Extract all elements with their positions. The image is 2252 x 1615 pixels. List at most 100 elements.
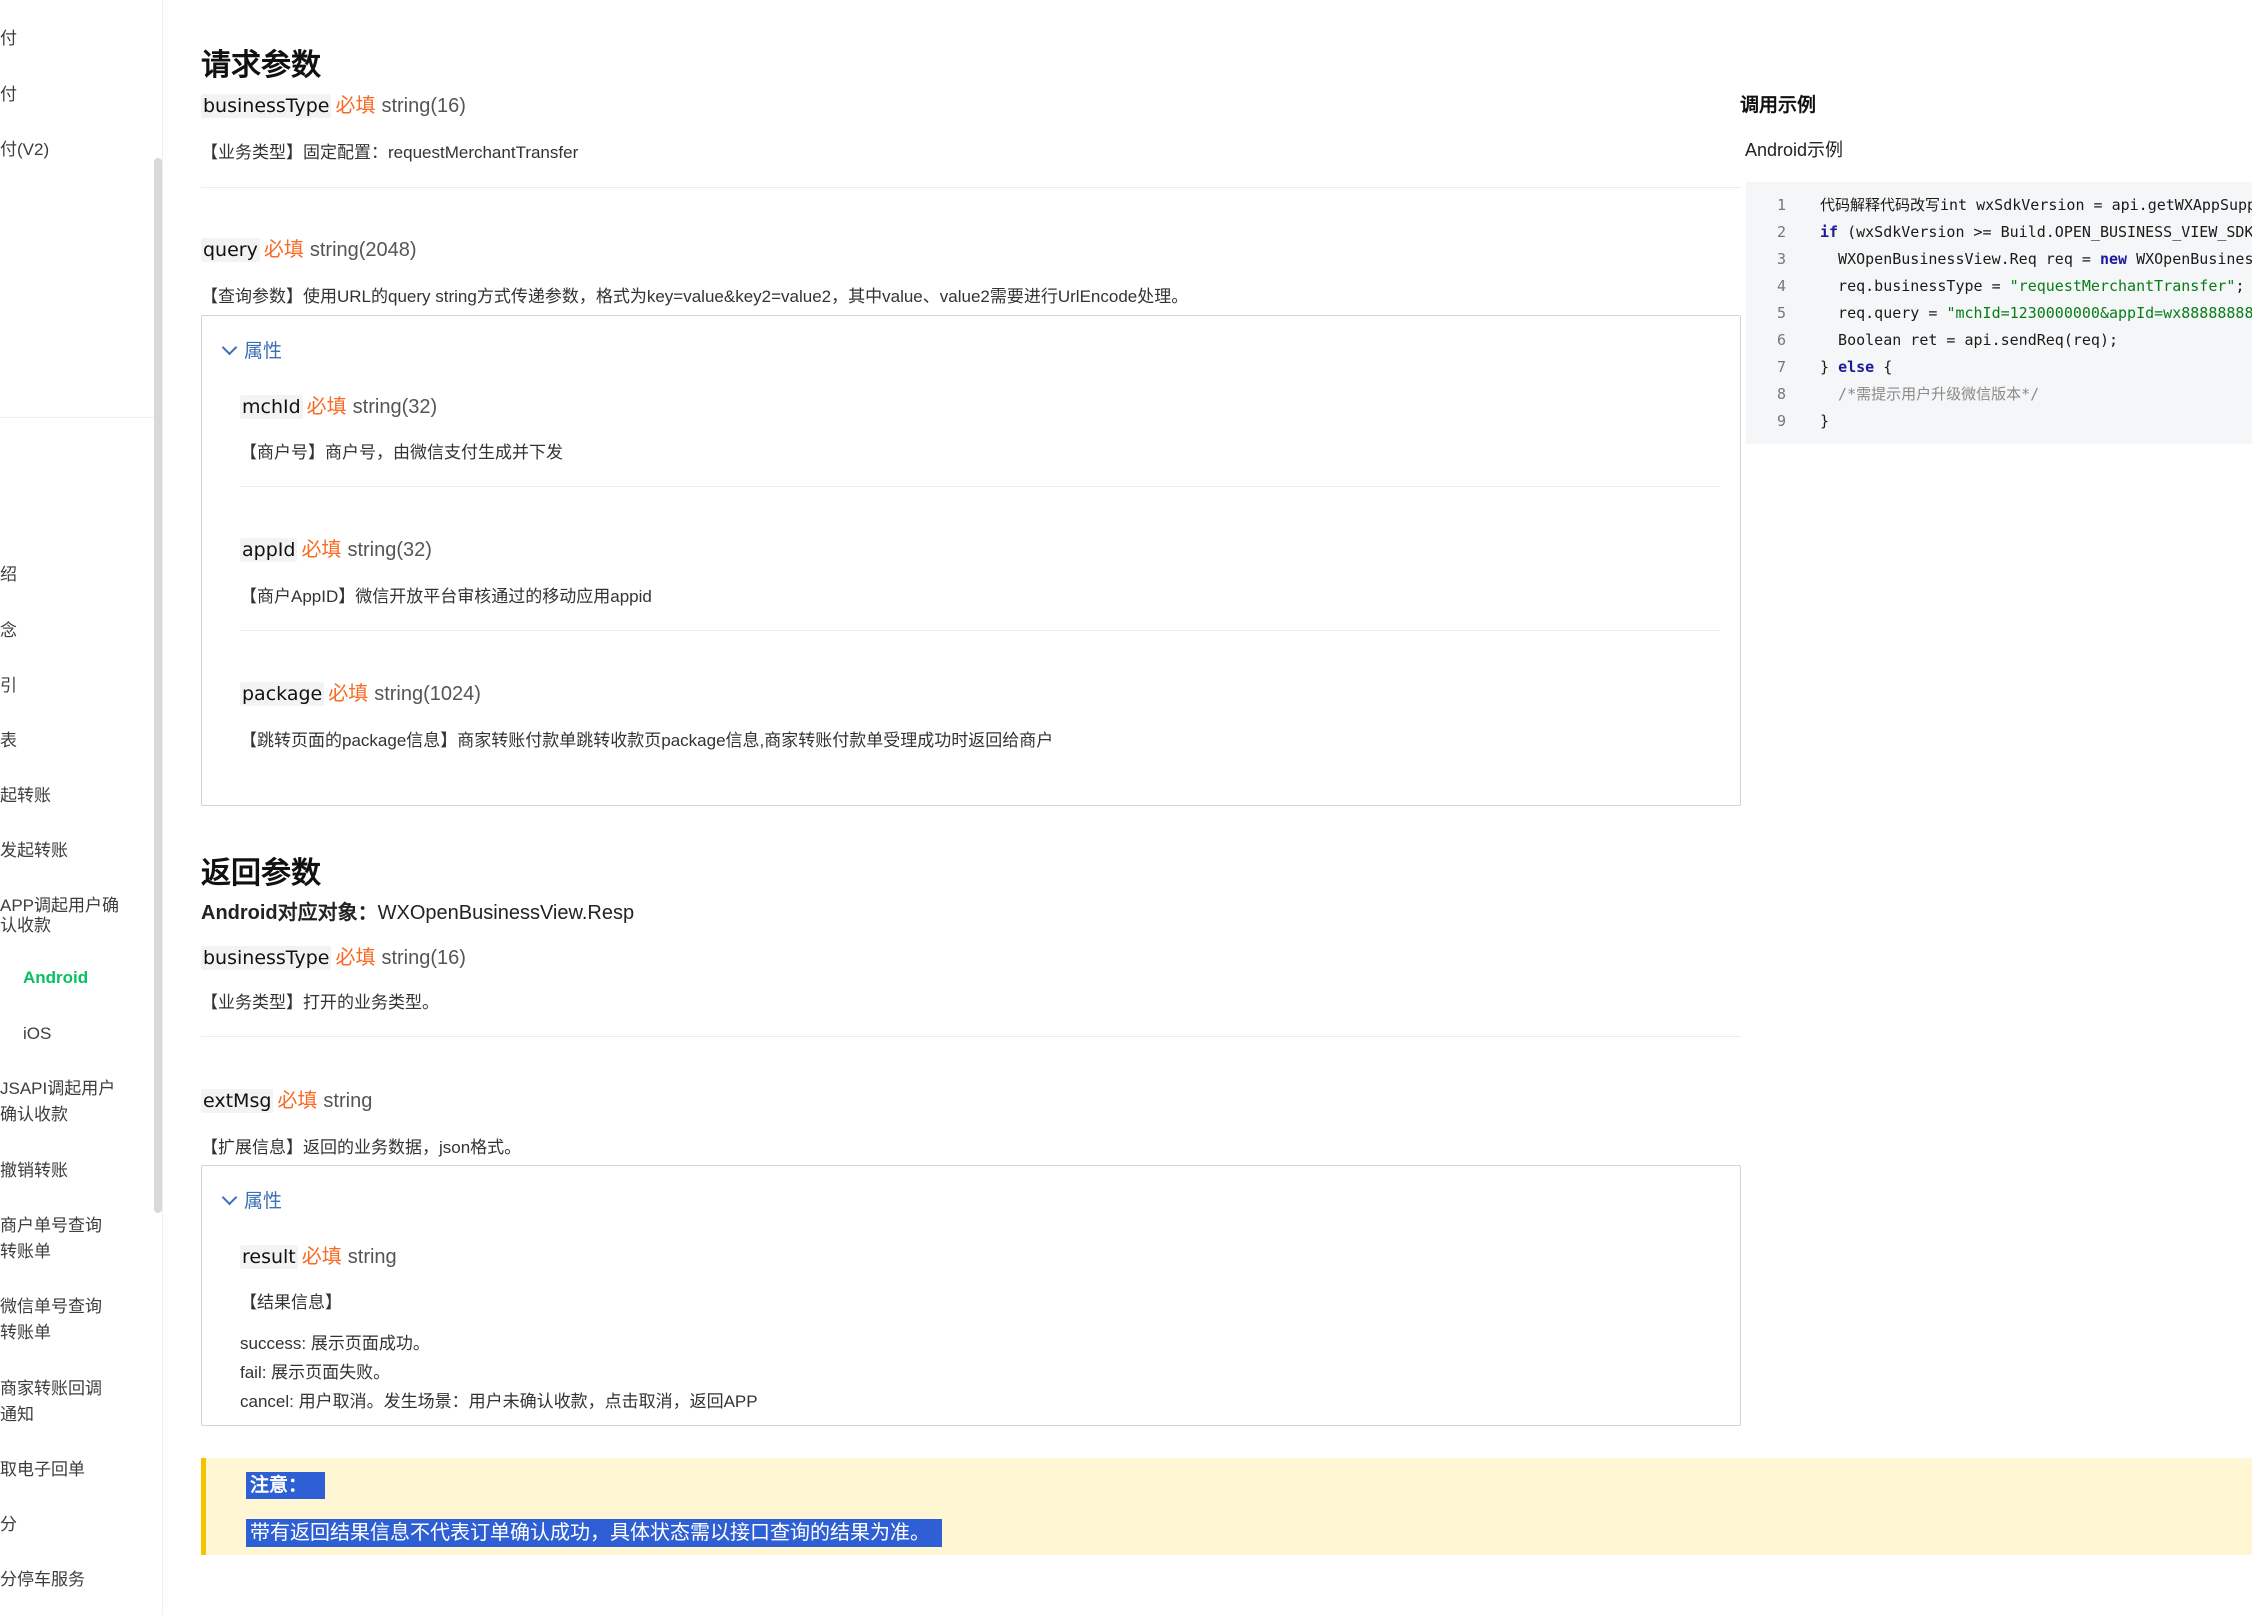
sidebar-item[interactable]: 商户单号查询 转账单: [0, 1213, 150, 1265]
param-name: extMsg: [201, 1089, 274, 1113]
code-line: 4 req.businessType = "requestMerchantTra…: [1746, 273, 2245, 300]
param-row: result 必填 string: [240, 1240, 397, 1269]
code-text: req.query =: [1820, 304, 1947, 322]
sidebar-item[interactable]: 念: [0, 618, 150, 644]
code-line: 1 代码解释代码改写int wxSdkVersion = api.getWXApp…: [1746, 192, 2252, 219]
code-keyword: if: [1820, 223, 1839, 241]
properties-toggle[interactable]: 属性: [221, 336, 282, 363]
param-required: 必填: [328, 683, 369, 705]
sidebar-item-android[interactable]: Android: [23, 965, 162, 991]
sidebar-item-label: 商家转账回调: [0, 1379, 102, 1398]
code-line: 5 req.query = "mchId=1230000000&appId=wx…: [1746, 300, 2252, 327]
line-number: 8: [1776, 385, 1786, 403]
android-return-object-label: Android对应对象：: [201, 902, 378, 924]
sidebar-item-label: 通知: [0, 1405, 34, 1424]
divider: [240, 630, 1720, 631]
line-number: 5: [1776, 304, 1786, 322]
code-text: (wxSdkVersion >= Build.OPEN_BUSINESS_VIE…: [1847, 223, 2252, 241]
sidebar-item[interactable]: 撤销转账: [0, 1158, 150, 1184]
param-desc: 【扩展信息】返回的业务数据，json格式。: [201, 1138, 522, 1157]
param-type: string: [323, 1090, 373, 1112]
code-text: {: [1874, 358, 1893, 376]
sidebar-divider: [0, 417, 154, 418]
sidebar-item[interactable]: 表: [0, 728, 150, 754]
notice-box: 注意： 带有返回结果信息不代表订单确认成功，具体状态需以接口查询的结果为准。: [201, 1458, 2252, 1555]
sidebar-item-label: 转账单: [0, 1323, 51, 1342]
sidebar-item-label: 分: [0, 1515, 17, 1534]
notice-title: 注意：: [246, 1470, 326, 1499]
sidebar-item[interactable]: 付: [0, 82, 150, 108]
example-subtitle: Android示例: [1745, 140, 1844, 160]
chevron-down-icon: [221, 339, 238, 355]
param-desc: 【商户AppID】微信开放平台审核通过的移动应用appid: [240, 587, 652, 606]
code-block[interactable]: 1 代码解释代码改写int wxSdkVersion = api.getWXApp…: [1746, 182, 2252, 444]
sidebar-item-label: 付: [0, 29, 17, 48]
param-row: businessType 必填 string(16): [201, 89, 466, 118]
result-value-line: success: 展示页面成功。: [240, 1334, 430, 1353]
code-line: 9}: [1746, 408, 1829, 435]
line-number: 9: [1776, 412, 1786, 430]
code-text: req.businessType =: [1820, 277, 2010, 295]
sidebar-item[interactable]: 付(V2): [0, 137, 150, 163]
param-row: mchId 必填 string(32): [240, 390, 437, 419]
param-required: 必填: [277, 1090, 318, 1112]
code-string: "requestMerchantTransfer": [2009, 277, 2236, 295]
line-number: 2: [1776, 223, 1786, 241]
properties-toggle[interactable]: 属性: [221, 1186, 282, 1213]
result-values: success: 展示页面成功。 fail: 展示页面失败。 cancel: 用…: [240, 1329, 758, 1416]
line-number: 4: [1776, 277, 1786, 295]
android-return-object-value: WXOpenBusinessView.Resp: [377, 902, 635, 924]
param-name: query: [201, 238, 260, 262]
example-title: 调用示例: [1740, 95, 1817, 116]
sidebar-scrollbar[interactable]: [154, 158, 162, 1213]
code-keyword: new: [2099, 250, 2128, 268]
param-required: 必填: [263, 239, 304, 261]
sidebar-item[interactable]: 引: [0, 673, 150, 699]
sidebar-item[interactable]: 分停车服务: [0, 1567, 150, 1593]
param-required: 必填: [335, 95, 376, 117]
param-desc: 【业务类型】固定配置：requestMerchantTransfer: [201, 143, 579, 162]
param-required: 必填: [301, 539, 342, 561]
sidebar-item[interactable]: 绍: [0, 562, 150, 588]
param-desc: 【跳转页面的package信息】商家转账付款单跳转收款页package信息,商家…: [240, 731, 1054, 750]
code-text: 代码解释代码改写int wxSdkVersion = api.getWXAppS…: [1820, 196, 2252, 214]
sidebar-item[interactable]: 分: [0, 1512, 150, 1538]
param-type: string(1024): [374, 683, 481, 705]
param-name: businessType: [201, 94, 332, 118]
param-required: 必填: [335, 947, 376, 969]
param-row: query 必填 string(2048): [201, 233, 417, 262]
sidebar-item-label: 分停车服务: [0, 1570, 85, 1589]
param-desc: 【商户号】商户号，由微信支付生成并下发: [240, 443, 563, 462]
param-desc: 【结果信息】: [240, 1293, 342, 1312]
param-name: appId: [240, 538, 298, 562]
sidebar-item-label: 引: [0, 676, 17, 695]
divider: [201, 187, 1741, 188]
param-type: string(16): [381, 947, 466, 969]
sidebar-item-label: 绍: [0, 565, 17, 584]
sidebar-item-label: 确认收款: [0, 1105, 68, 1124]
sidebar-item[interactable]: 取电子回单: [0, 1457, 150, 1483]
sidebar-item-label: JSAPI调起用户: [0, 1079, 116, 1098]
code-line: 7} else {: [1746, 354, 1892, 381]
sidebar-item-label: 撤销转账: [0, 1161, 68, 1180]
param-desc: 【查询参数】使用URL的query string方式传递参数，格式为key=va…: [201, 287, 1189, 306]
param-required: 必填: [306, 396, 347, 418]
sidebar-item-label: 表: [0, 731, 17, 750]
sidebar-item-label: 起转账: [0, 786, 51, 805]
sidebar-item[interactable]: 商家转账回调 通知: [0, 1376, 150, 1428]
sidebar-item[interactable]: 付: [0, 26, 150, 52]
param-name: mchId: [240, 395, 303, 419]
code-line: 3 WXOpenBusinessView.Req req = new WXOpe…: [1746, 246, 2252, 273]
sidebar-item-jsapi-confirm[interactable]: JSAPI调起用户 确认收款: [0, 1076, 150, 1128]
sidebar-nav: 付 付 付(V2) 绍 念 引 表 起转账 发起转账 APP调起用户确 认收款 …: [0, 0, 163, 1615]
sidebar-item[interactable]: 发起转账: [0, 838, 150, 864]
response-params-heading: 返回参数: [201, 856, 321, 891]
notice-body-text: 带有返回结果信息不代表订单确认成功，具体状态需以接口查询的结果为准。: [246, 1519, 942, 1547]
sidebar-item[interactable]: 起转账: [0, 783, 150, 809]
sidebar-item-ios[interactable]: iOS: [23, 1021, 162, 1047]
code-string: "mchId=1230000000&appId=wx88888888888888…: [1946, 304, 2252, 322]
code-text: ;: [2235, 277, 2245, 295]
sidebar-item[interactable]: 微信单号查询 转账单: [0, 1294, 150, 1346]
param-desc: 【业务类型】打开的业务类型。: [201, 993, 439, 1012]
sidebar-item-app-confirm[interactable]: APP调起用户确 认收款: [0, 893, 150, 939]
